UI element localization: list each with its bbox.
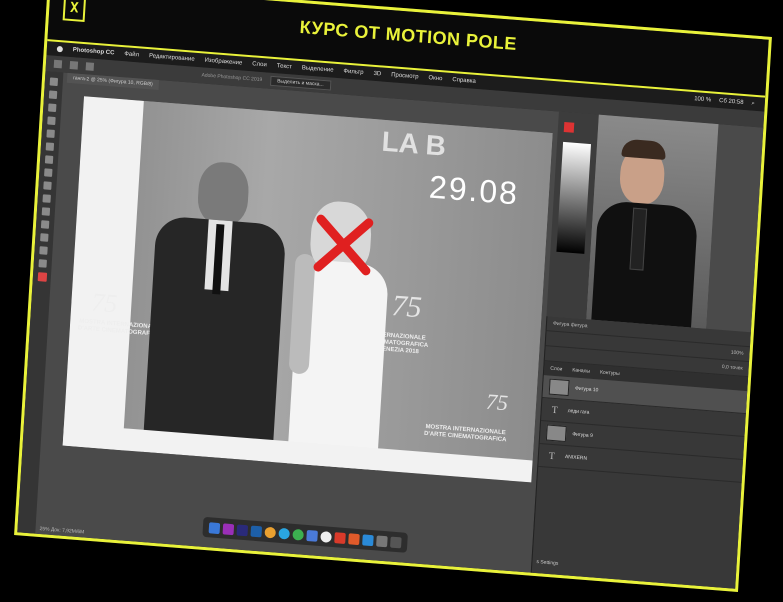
lasso-tool-icon[interactable] xyxy=(48,103,57,113)
menu-item[interactable]: Просмотр xyxy=(391,72,419,80)
foreground-color-swatch[interactable] xyxy=(37,272,47,282)
menu-item[interactable]: Редактирование xyxy=(149,53,195,63)
doc-info: Док: 7,92M/6M xyxy=(50,526,85,536)
acrobat-icon[interactable] xyxy=(348,532,360,545)
tool-preset-icon[interactable] xyxy=(69,61,79,70)
menu-item[interactable]: Слои xyxy=(252,61,267,68)
color-swatch[interactable] xyxy=(563,121,575,133)
type-tool-icon[interactable] xyxy=(40,220,50,229)
photoshop-workarea: ганга-2 @ 25% (Фигура 10, RGB/8) LA B 29… xyxy=(17,71,764,589)
tools-panel xyxy=(17,71,64,534)
properties-layers-panel: Фигура фигура 100% 0,0 точек Слои Каналы… xyxy=(530,316,751,589)
status-bar: 25% Док: 7,92M/6M xyxy=(35,524,139,542)
premiere-icon[interactable] xyxy=(222,522,235,535)
festival-date: 29.08 xyxy=(428,168,521,212)
telegram-icon[interactable] xyxy=(278,527,291,540)
webcam-overlay xyxy=(586,114,719,329)
eraser-tool-icon[interactable] xyxy=(43,181,52,190)
layer-name: Фигура 10 xyxy=(574,385,599,394)
brush-tool-icon[interactable] xyxy=(44,155,54,164)
eyedropper-icon[interactable] xyxy=(45,142,55,151)
menu-item[interactable]: Изображение xyxy=(204,58,242,67)
text-layer-icon: T xyxy=(551,404,559,416)
properties-title: Фигура фигура xyxy=(552,320,588,330)
mail-icon[interactable] xyxy=(334,531,346,544)
layer-thumbnail xyxy=(548,378,570,397)
mac-dock xyxy=(202,516,408,553)
search-icon[interactable]: ⌕ xyxy=(751,100,755,107)
zoom-level: 25% xyxy=(39,525,50,533)
finder-icon[interactable] xyxy=(208,521,221,534)
menu-item[interactable]: Справка xyxy=(452,77,476,85)
properties-fill-value: 0,0 точек xyxy=(721,364,743,372)
gradient-tool-icon[interactable] xyxy=(42,194,51,203)
festival-logo-number: 75 xyxy=(485,388,509,416)
trash-icon[interactable] xyxy=(390,536,402,548)
after-effects-icon[interactable] xyxy=(236,523,249,536)
tab-channels[interactable]: Каналы xyxy=(572,367,590,374)
quick-select-icon[interactable] xyxy=(47,116,56,126)
stamp-tool-icon[interactable] xyxy=(44,168,53,177)
pen-tool-icon[interactable] xyxy=(41,207,51,216)
festival-logo-number: 75 xyxy=(90,287,119,319)
course-frame: X КУРС ОТ MOTION POLE Photoshop CC Файл … xyxy=(14,0,772,592)
battery-status: 100 % xyxy=(693,95,712,103)
layer-name: Фигура 9 xyxy=(572,431,593,440)
shape-tool-icon[interactable] xyxy=(40,233,49,242)
app-title: Adobe Photoshop CC 2019 xyxy=(201,72,263,84)
festival-title: LA B xyxy=(380,125,447,162)
properties-opacity-value: 100% xyxy=(730,349,744,357)
move-tool-icon[interactable] xyxy=(49,77,59,87)
home-icon[interactable] xyxy=(53,59,63,69)
red-cross-shape[interactable] xyxy=(312,213,375,278)
text-layer-icon: T xyxy=(548,450,556,462)
clock: Сб 20:58 xyxy=(718,97,744,106)
hand-tool-icon[interactable] xyxy=(39,246,48,255)
appstore-icon[interactable] xyxy=(362,533,374,546)
settings-icon[interactable] xyxy=(376,534,388,547)
festival-logo-number: 75 xyxy=(390,288,423,325)
crop-tool-icon[interactable] xyxy=(46,129,55,138)
layer-name: ANIXERN xyxy=(564,453,588,462)
menu-item[interactable]: Выделение xyxy=(302,65,334,73)
zoom-tool-icon[interactable] xyxy=(38,259,47,268)
skype-icon[interactable] xyxy=(306,529,318,542)
menu-item[interactable]: Окно xyxy=(428,75,442,82)
color-picker-field[interactable] xyxy=(556,141,592,254)
mode-icon[interactable] xyxy=(85,62,95,71)
document-canvas[interactable]: LA B 29.08 75 MOSTRA INTERNAZIONALE D'AR… xyxy=(62,96,553,483)
tab-layers[interactable]: Слои xyxy=(550,366,563,373)
chrome-icon[interactable] xyxy=(264,526,277,539)
photoshop-icon[interactable] xyxy=(250,525,263,537)
select-and-mask-button[interactable]: Выделить и маска... xyxy=(269,75,331,91)
menu-item[interactable]: 3D xyxy=(373,71,381,78)
layer-name: леди гага xyxy=(567,408,590,416)
apple-icon[interactable] xyxy=(56,45,64,53)
marquee-tool-icon[interactable] xyxy=(48,90,58,100)
obs-icon[interactable] xyxy=(320,530,332,543)
layer-thumbnail xyxy=(545,424,567,443)
menu-item[interactable]: Photoshop CC xyxy=(73,47,115,56)
whatsapp-icon[interactable] xyxy=(292,528,304,541)
menu-item[interactable]: Файл xyxy=(124,51,139,58)
tab-paths[interactable]: Контуры xyxy=(600,370,620,378)
menu-item[interactable]: Текст xyxy=(277,63,292,70)
menu-item[interactable]: Фильтр xyxy=(343,68,363,76)
